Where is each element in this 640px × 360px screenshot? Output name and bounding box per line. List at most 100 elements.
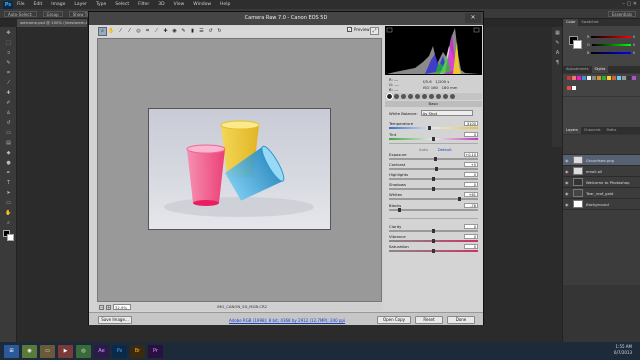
adjustment-slider-track[interactable] xyxy=(389,157,478,161)
hand-tool-icon[interactable]: ✋ xyxy=(108,28,115,35)
brush-panel-icon[interactable]: ✎ xyxy=(554,40,561,47)
auto-link[interactable]: Auto xyxy=(419,147,428,152)
graduated-filter-icon[interactable]: ▮ xyxy=(189,28,196,35)
adjustment-slider-track[interactable] xyxy=(389,229,478,233)
menu-help[interactable]: Help xyxy=(220,2,230,7)
slider-thumb[interactable] xyxy=(434,167,438,171)
image-preview-canvas[interactable] xyxy=(97,38,382,302)
straighten-tool-icon[interactable]: ⟋ xyxy=(153,28,160,35)
slider-thumb[interactable] xyxy=(432,187,435,191)
adjustment-slider-track[interactable] xyxy=(389,177,478,181)
adjustment-slider-track[interactable] xyxy=(389,208,478,212)
menu-filter[interactable]: Filter xyxy=(138,2,149,7)
done-button[interactable]: Done xyxy=(447,316,475,324)
reset-button[interactable]: Reset xyxy=(415,316,443,324)
adjustment-value-field[interactable]: 0 xyxy=(464,172,478,177)
adjustment-value-field[interactable]: 0 xyxy=(464,182,478,187)
tab-adjustments[interactable]: Adjustments xyxy=(563,66,592,73)
slider-thumb[interactable] xyxy=(432,249,435,253)
shape-tool-icon[interactable]: ▭ xyxy=(5,200,12,207)
eye-icon[interactable]: ◉ xyxy=(565,202,570,207)
brush-tool-icon[interactable]: ✐ xyxy=(5,100,12,107)
adjustment-slider-track[interactable] xyxy=(389,239,478,243)
rotate-right-icon[interactable]: ↻ xyxy=(216,28,223,35)
lasso-tool-icon[interactable]: ↄ xyxy=(5,50,12,57)
explorer-icon[interactable]: ▭ xyxy=(40,344,55,358)
preview-checkbox[interactable]: ✓ Preview xyxy=(347,27,370,32)
background-color[interactable] xyxy=(573,40,582,49)
fullscreen-icon[interactable]: ⤢ xyxy=(370,27,379,35)
slider-thumb[interactable] xyxy=(427,126,431,130)
adjustment-slider-track[interactable] xyxy=(389,249,478,253)
adjustment-brush-icon[interactable]: ✎ xyxy=(180,28,187,35)
premiere-icon[interactable]: Pr xyxy=(148,344,163,358)
menu-image[interactable]: Image xyxy=(51,2,65,7)
menu-layer[interactable]: Layer xyxy=(74,2,87,7)
adjustment-value-field[interactable]: 0 xyxy=(464,224,478,229)
preferences-icon[interactable]: ☰ xyxy=(198,28,205,35)
sync-icon[interactable]: ◎ xyxy=(76,344,91,358)
pen-tool-icon[interactable]: ✒ xyxy=(5,170,12,177)
eye-icon[interactable]: ◉ xyxy=(565,158,570,163)
zoom-out-icon[interactable]: − xyxy=(99,304,104,310)
snapshots-tab-icon[interactable] xyxy=(450,94,455,99)
start-icon[interactable]: ⊞ xyxy=(4,344,19,358)
red-slider[interactable]: R0 xyxy=(587,35,635,39)
spot-removal-icon[interactable]: ✚ xyxy=(162,28,169,35)
dodge-tool-icon[interactable]: ● xyxy=(5,160,12,167)
red-eye-icon[interactable]: ◉ xyxy=(171,28,178,35)
zoom-tool-icon[interactable]: ⌕ xyxy=(98,27,107,36)
window-controls-icon[interactable]: – ▢ ✕ xyxy=(622,1,637,7)
layer-row[interactable]: ◉ Welcome to Photoshop xyxy=(563,177,640,188)
rotate-left-icon[interactable]: ↺ xyxy=(207,28,214,35)
menu-edit[interactable]: Edit xyxy=(34,2,43,7)
menu-file[interactable]: File xyxy=(17,2,25,7)
split-toning-tab-icon[interactable] xyxy=(415,94,420,99)
adjustment-slider-track[interactable] xyxy=(389,197,478,201)
layer-row[interactable]: ◉ Tear_roof_gold xyxy=(563,188,640,199)
eye-icon[interactable]: ◉ xyxy=(565,191,570,196)
targeted-adjustment-icon[interactable]: ◎ xyxy=(135,28,142,35)
move-tool-icon[interactable]: ✥ xyxy=(5,30,12,37)
menu-window[interactable]: Window xyxy=(193,2,211,7)
checkbox-icon[interactable]: ✓ xyxy=(347,27,352,32)
tab-paths[interactable]: Paths xyxy=(604,127,620,134)
default-link[interactable]: Default xyxy=(438,147,452,152)
slider-thumb[interactable] xyxy=(398,208,402,212)
slider-thumb[interactable] xyxy=(457,197,461,201)
healing-tool-icon[interactable]: ✚ xyxy=(5,90,12,97)
white-balance-select[interactable]: As Shot xyxy=(420,110,473,116)
layer-row[interactable]: ◉ Grounfsea.png xyxy=(563,155,640,166)
adjustment-value-field[interactable]: -78 xyxy=(464,203,478,208)
slider-thumb[interactable] xyxy=(433,157,437,161)
eyedropper-tool-icon[interactable]: ⁄ xyxy=(5,80,12,87)
stamp-tool-icon[interactable]: ♙ xyxy=(5,110,12,117)
gradient-tool-icon[interactable]: ▤ xyxy=(5,140,12,147)
slider-thumb[interactable] xyxy=(432,177,435,181)
auto-select-checkbox[interactable]: Auto-Select: xyxy=(4,10,37,17)
tab-color[interactable]: Color xyxy=(563,19,579,26)
green-slider[interactable]: G0 xyxy=(587,43,635,47)
adjustment-slider-track[interactable] xyxy=(389,167,478,171)
lens-corrections-tab-icon[interactable] xyxy=(422,94,427,99)
detail-tab-icon[interactable] xyxy=(401,94,406,99)
workspace-switcher[interactable]: Essentials xyxy=(607,11,636,17)
zoom-in-icon[interactable]: + xyxy=(106,304,111,310)
adjustment-value-field[interactable]: +5 xyxy=(464,162,478,167)
adjustment-slider-track[interactable] xyxy=(389,126,478,130)
history-brush-icon[interactable]: ↺ xyxy=(5,120,12,127)
menu-3d[interactable]: 3D xyxy=(158,2,164,7)
slider-thumb[interactable] xyxy=(432,239,435,243)
zoom-level-select[interactable]: 32.9% xyxy=(113,304,131,310)
crop-tool-icon[interactable]: ⌗ xyxy=(5,70,12,77)
menu-select[interactable]: Select xyxy=(115,2,129,7)
color-sampler-tool-icon[interactable]: ⁄ xyxy=(126,28,133,35)
zoom-tool-icon[interactable]: ⌕ xyxy=(5,220,12,227)
camera-calibration-tab-icon[interactable] xyxy=(436,94,441,99)
basic-tab-icon[interactable] xyxy=(386,93,393,100)
open-copy-button[interactable]: Open Copy xyxy=(377,316,411,324)
slider-thumb[interactable] xyxy=(432,137,435,141)
effects-tab-icon[interactable] xyxy=(429,94,434,99)
document-tab[interactable]: welcome.psd @ 100% (lineslorem-test) xyxy=(17,19,87,27)
menu-view[interactable]: View xyxy=(174,2,185,7)
